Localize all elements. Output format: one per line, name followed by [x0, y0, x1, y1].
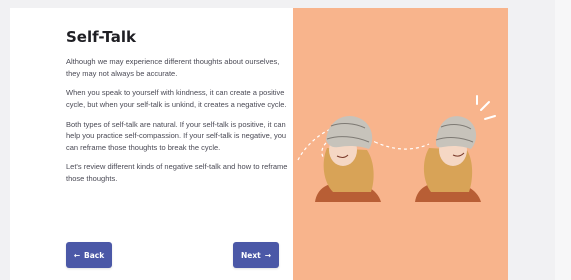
paragraph-3: Both types of self-talk are natural. If …: [66, 119, 287, 152]
self-talk-illustration: [297, 95, 496, 202]
arrow-right-icon: →: [264, 250, 272, 260]
arrow-left-icon: ←: [73, 250, 81, 260]
paragraph-4: Let's review different kinds of negative…: [66, 162, 288, 183]
back-button-label: Back: [84, 250, 105, 260]
next-button[interactable]: Next →: [233, 242, 279, 268]
lesson-content: Self-Talk Although we may experience dif…: [66, 28, 288, 193]
paragraph-1: Although we may experience different tho…: [66, 57, 280, 78]
sparkle-icon: [476, 95, 496, 120]
right-figure: [415, 116, 481, 202]
paragraph-2: When you speak to yourself with kindness…: [66, 88, 287, 109]
connector-dashed-curve: [374, 141, 430, 150]
scrollbar[interactable]: [555, 0, 571, 280]
next-button-label: Next: [240, 250, 261, 260]
left-figure: [315, 116, 381, 202]
back-button[interactable]: ← Back: [66, 242, 112, 268]
page-title: Self-Talk: [66, 28, 136, 46]
